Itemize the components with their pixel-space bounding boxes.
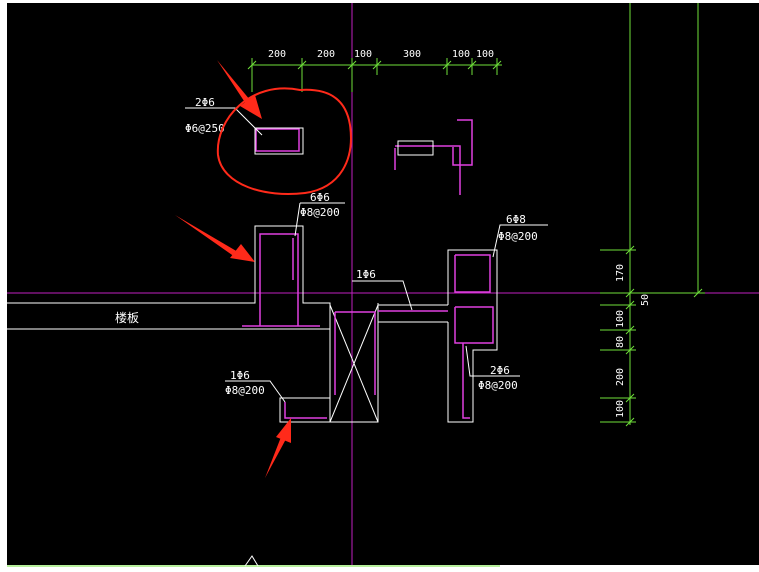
label-right-column-stirrup: Φ8@200 [498,230,538,243]
dim-top-3: 100 [354,49,372,60]
dim-right-3: 100 [615,310,626,328]
label-right-lower-stirrup: Φ8@200 [478,379,518,392]
dim-top-1: 200 [268,49,286,60]
dim-top-2: 200 [317,49,335,60]
cad-drawing: 200 200 100 300 100 100 170 50 100 80 20… [0,0,759,572]
dim-top-5: 100 [452,49,470,60]
label-middle-bar: 1Φ6 [356,268,376,281]
dim-right-1: 170 [615,264,626,282]
dim-right-4: 80 [615,336,626,348]
label-left-lower-count: 1Φ6 [230,369,250,382]
dim-top-4: 300 [403,49,421,60]
cad-canvas[interactable]: 200 200 100 300 100 100 170 50 100 80 20… [0,0,759,572]
label-right-lower-count: 2Φ6 [490,364,510,377]
label-top-detail-count: 2Φ6 [195,96,215,109]
dim-right-5: 200 [615,368,626,386]
label-top-detail-stirrup: Φ6@250 [185,122,225,135]
label-left-lower-stirrup: Φ8@200 [225,384,265,397]
dim-right-2: 50 [640,294,651,306]
label-upper-beam-stirrup: Φ8@200 [300,206,340,219]
label-right-column-count: 6Φ8 [506,213,526,226]
label-upper-beam-count: 6Φ6 [310,191,330,204]
dim-top-6: 100 [476,49,494,60]
drawing-area [7,3,759,565]
slab-label: 楼板 [115,310,139,325]
dim-right-6: 100 [615,400,626,418]
